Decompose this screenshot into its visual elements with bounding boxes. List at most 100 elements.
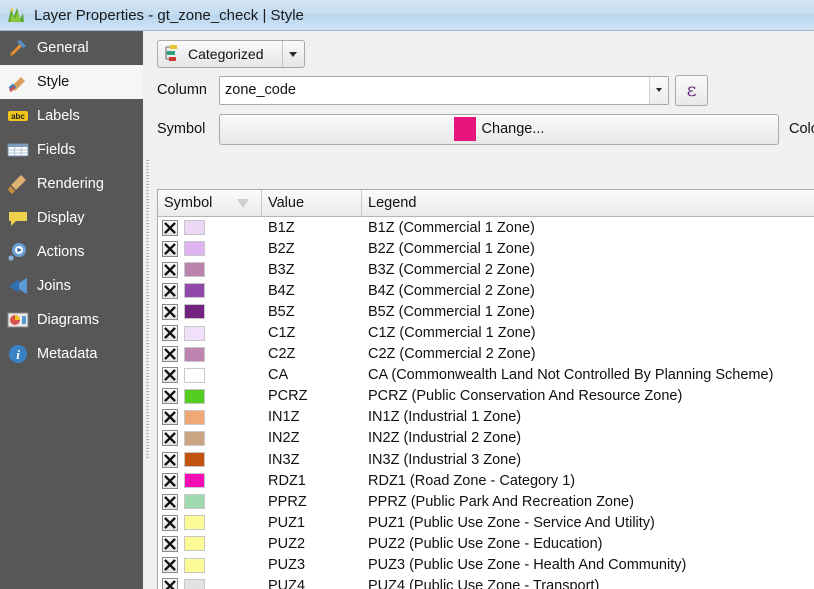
chevron-down-icon[interactable] — [649, 76, 668, 104]
sidebar-item-joins[interactable]: Joins — [0, 269, 143, 303]
table-row[interactable]: B4Z B4Z (Commercial 2 Zone) — [158, 280, 814, 301]
sidebar-item-labels[interactable]: abc Labels — [0, 99, 143, 133]
category-color-swatch[interactable] — [184, 515, 205, 531]
cell-legend[interactable]: PCRZ (Public Conservation And Resource Z… — [362, 388, 814, 404]
cell-value[interactable]: PCRZ — [262, 388, 362, 404]
cell-legend[interactable]: B2Z (Commercial 1 Zone) — [362, 241, 814, 257]
table-row[interactable]: PUZ1 PUZ1 (Public Use Zone - Service And … — [158, 512, 814, 533]
table-row[interactable]: B1Z B1Z (Commercial 1 Zone) — [158, 217, 814, 238]
category-color-swatch[interactable] — [184, 283, 205, 299]
cell-legend[interactable]: PUZ3 (Public Use Zone - Health And Commu… — [362, 557, 814, 573]
cell-value[interactable]: B3Z — [262, 262, 362, 278]
cell-value[interactable]: B2Z — [262, 241, 362, 257]
category-color-swatch[interactable] — [184, 388, 205, 404]
cell-legend[interactable]: PPRZ (Public Park And Recreation Zone) — [362, 494, 814, 510]
row-checkbox[interactable] — [162, 493, 178, 510]
cell-value[interactable]: PUZ2 — [262, 536, 362, 552]
row-checkbox[interactable] — [162, 451, 178, 468]
cell-legend[interactable]: B5Z (Commercial 1 Zone) — [362, 304, 814, 320]
column-header-value[interactable]: Value — [262, 190, 362, 216]
cell-value[interactable]: PUZ3 — [262, 557, 362, 573]
row-checkbox[interactable] — [162, 303, 178, 320]
cell-legend[interactable]: CA (Commonwealth Land Not Controlled By … — [362, 367, 814, 383]
row-checkbox[interactable] — [162, 219, 178, 236]
category-color-swatch[interactable] — [184, 304, 205, 320]
cell-legend[interactable]: RDZ1 (Road Zone - Category 1) — [362, 473, 814, 489]
sidebar-item-style[interactable]: Style — [0, 65, 143, 99]
table-row[interactable]: IN3Z IN3Z (Industrial 3 Zone) — [158, 449, 814, 470]
row-checkbox[interactable] — [162, 578, 178, 589]
row-checkbox[interactable] — [162, 282, 178, 299]
sidebar-item-fields[interactable]: Fields — [0, 133, 143, 167]
cell-value[interactable]: IN3Z — [262, 452, 362, 468]
category-color-swatch[interactable] — [184, 536, 205, 552]
column-combo[interactable]: zone_code — [219, 75, 669, 105]
cell-value[interactable]: C1Z — [262, 325, 362, 341]
cell-legend[interactable]: C2Z (Commercial 2 Zone) — [362, 346, 814, 362]
table-row[interactable]: RDZ1 RDZ1 (Road Zone - Category 1) — [158, 470, 814, 491]
cell-legend[interactable]: IN1Z (Industrial 1 Zone) — [362, 409, 814, 425]
cell-legend[interactable]: PUZ1 (Public Use Zone - Service And Util… — [362, 515, 814, 531]
cell-legend[interactable]: B3Z (Commercial 2 Zone) — [362, 262, 814, 278]
cell-value[interactable]: RDZ1 — [262, 473, 362, 489]
sidebar-item-general[interactable]: General — [0, 31, 143, 65]
table-row[interactable]: IN2Z IN2Z (Industrial 2 Zone) — [158, 428, 814, 449]
category-color-swatch[interactable] — [184, 346, 205, 362]
cell-value[interactable]: IN2Z — [262, 430, 362, 446]
table-row[interactable]: IN1Z IN1Z (Industrial 1 Zone) — [158, 407, 814, 428]
table-row[interactable]: C2Z C2Z (Commercial 2 Zone) — [158, 344, 814, 365]
row-checkbox[interactable] — [162, 514, 178, 531]
table-row[interactable]: PUZ2 PUZ2 (Public Use Zone - Education) — [158, 533, 814, 554]
row-checkbox[interactable] — [162, 535, 178, 552]
row-checkbox[interactable] — [162, 388, 178, 405]
cell-legend[interactable]: IN2Z (Industrial 2 Zone) — [362, 430, 814, 446]
cell-value[interactable]: PUZ1 — [262, 515, 362, 531]
category-color-swatch[interactable] — [184, 367, 205, 383]
cell-legend[interactable]: PUZ2 (Public Use Zone - Education) — [362, 536, 814, 552]
cell-value[interactable]: C2Z — [262, 346, 362, 362]
sidebar-item-diagrams[interactable]: Diagrams — [0, 303, 143, 337]
sidebar-item-display[interactable]: Display — [0, 201, 143, 235]
row-checkbox[interactable] — [162, 430, 178, 447]
category-color-swatch[interactable] — [184, 262, 205, 278]
cell-value[interactable]: IN1Z — [262, 409, 362, 425]
cell-legend[interactable]: B4Z (Commercial 2 Zone) — [362, 283, 814, 299]
table-row[interactable]: B3Z B3Z (Commercial 2 Zone) — [158, 259, 814, 280]
sidebar-item-rendering[interactable]: Rendering — [0, 167, 143, 201]
table-row[interactable]: PUZ3 PUZ3 (Public Use Zone - Health And C… — [158, 555, 814, 576]
category-color-swatch[interactable] — [184, 578, 205, 589]
cell-value[interactable]: PUZ4 — [262, 578, 362, 589]
row-checkbox[interactable] — [162, 261, 178, 278]
row-checkbox[interactable] — [162, 240, 178, 257]
cell-value[interactable]: CA — [262, 367, 362, 383]
category-color-swatch[interactable] — [184, 473, 205, 489]
table-row[interactable]: B2Z B2Z (Commercial 1 Zone) — [158, 238, 814, 259]
row-checkbox[interactable] — [162, 409, 178, 426]
sidebar-item-metadata[interactable]: i Metadata — [0, 337, 143, 371]
row-checkbox[interactable] — [162, 346, 178, 363]
column-header-legend[interactable]: Legend — [362, 190, 814, 216]
category-color-swatch[interactable] — [184, 430, 205, 446]
cell-legend[interactable]: B1Z (Commercial 1 Zone) — [362, 220, 814, 236]
category-color-swatch[interactable] — [184, 557, 205, 573]
cell-value[interactable]: B1Z — [262, 220, 362, 236]
category-color-swatch[interactable] — [184, 409, 205, 425]
category-color-swatch[interactable] — [184, 452, 205, 468]
row-checkbox[interactable] — [162, 367, 178, 384]
expression-button[interactable]: ε — [675, 74, 708, 106]
sidebar-splitter[interactable] — [143, 31, 152, 589]
row-checkbox[interactable] — [162, 472, 178, 489]
chevron-down-icon[interactable] — [281, 41, 304, 67]
table-row[interactable]: PPRZ PPRZ (Public Park And Recreation Zon… — [158, 491, 814, 512]
cell-value[interactable]: B4Z — [262, 283, 362, 299]
table-row[interactable]: B5Z B5Z (Commercial 1 Zone) — [158, 301, 814, 322]
category-color-swatch[interactable] — [184, 494, 205, 510]
cell-value[interactable]: PPRZ — [262, 494, 362, 510]
category-color-swatch[interactable] — [184, 220, 205, 236]
sidebar-item-actions[interactable]: Actions — [0, 235, 143, 269]
cell-value[interactable]: B5Z — [262, 304, 362, 320]
cell-legend[interactable]: C1Z (Commercial 1 Zone) — [362, 325, 814, 341]
table-row[interactable]: C1Z C1Z (Commercial 1 Zone) — [158, 322, 814, 343]
table-row[interactable]: PUZ4 PUZ4 (Public Use Zone - Transport) — [158, 576, 814, 589]
table-row[interactable]: PCRZ PCRZ (Public Conservation And Resour… — [158, 386, 814, 407]
